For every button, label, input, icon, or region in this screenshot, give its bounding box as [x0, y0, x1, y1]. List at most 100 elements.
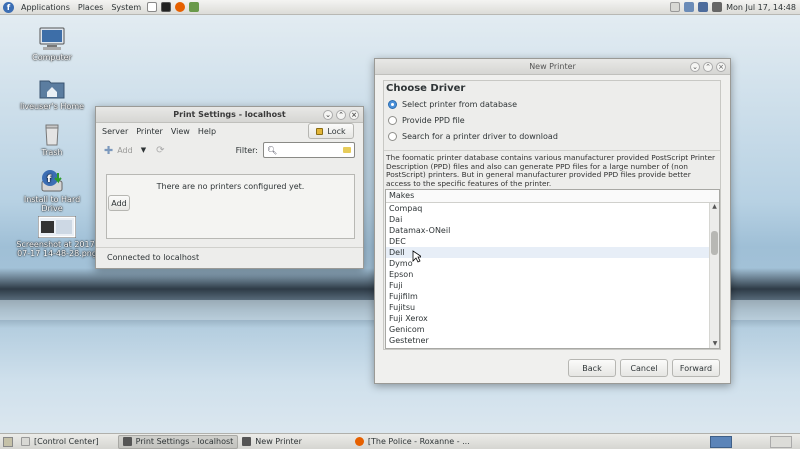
fedora-logo-icon[interactable]: f: [3, 1, 14, 13]
list-item[interactable]: Dymo: [386, 258, 710, 269]
scrollbar-thumb[interactable]: [711, 231, 718, 255]
radio-selected-icon[interactable]: [388, 99, 397, 109]
desktop-icon-home[interactable]: liveuser's Home: [12, 76, 92, 111]
taskbar: [Control Center] Print Settings - localh…: [0, 433, 800, 449]
maximize-icon[interactable]: ⌃: [703, 62, 713, 72]
menu-server[interactable]: Server: [102, 127, 128, 136]
list-item[interactable]: Epson: [386, 269, 710, 280]
computer-icon: [38, 27, 66, 51]
add-label: Add: [117, 145, 133, 155]
terminal-launcher-icon[interactable]: [161, 2, 172, 12]
option-label: Provide PPD file: [402, 115, 465, 125]
radio-icon[interactable]: [388, 131, 397, 141]
clear-icon[interactable]: [343, 147, 351, 153]
driver-panel: Choose Driver Select printer from databa…: [383, 80, 721, 350]
empty-message: There are no printers configured yet.: [156, 182, 305, 191]
filter-field[interactable]: 🔍︎: [263, 142, 355, 158]
option-database[interactable]: Select printer from database: [384, 96, 720, 112]
menu-places[interactable]: Places: [74, 3, 107, 12]
task-label: [Control Center]: [34, 437, 99, 446]
lock-button[interactable]: Lock: [308, 123, 354, 139]
new-printer-titlebar[interactable]: New Printer ⌄ ⌃ ×: [375, 59, 730, 75]
list-item[interactable]: Dai: [386, 214, 710, 225]
task-label: Print Settings - localhost: [135, 437, 234, 446]
print-settings-titlebar[interactable]: Print Settings - localhost ⌄ ⌃ ×: [96, 107, 363, 123]
makes-column-header[interactable]: Makes: [386, 190, 719, 203]
option-label: Search for a printer driver to download: [402, 131, 558, 141]
list-item[interactable]: Fujitsu: [386, 302, 710, 313]
text-editor-launcher-icon[interactable]: [147, 2, 158, 12]
screenshot-launcher-icon[interactable]: [189, 2, 200, 12]
print-settings-window: Print Settings - localhost ⌄ ⌃ × Server …: [95, 106, 364, 269]
desktop-icon-label: Trash: [41, 148, 63, 157]
refresh-icon[interactable]: ⟳: [156, 145, 164, 156]
volume-icon[interactable]: [670, 2, 681, 12]
workspace-switcher-2[interactable]: [770, 435, 792, 448]
lock-icon: [316, 127, 324, 135]
option-search-download[interactable]: Search for a printer driver to download: [384, 128, 720, 144]
dropdown-arrow-icon[interactable]: ▼: [141, 146, 146, 154]
network-icon[interactable]: [684, 2, 695, 12]
desktop-icon-label: Screenshot at 2017-07-17 14-48-28.png: [16, 240, 98, 258]
status-text: Connected to localhost: [107, 253, 200, 262]
list-item[interactable]: Dell: [386, 247, 710, 258]
system-tray: Mon Jul 17, 14:48: [670, 2, 800, 12]
list-item[interactable]: Datamax-ONeil: [386, 225, 710, 236]
task-browser[interactable]: [The Police - Roxanne - ...: [351, 435, 475, 449]
task-control-center[interactable]: [Control Center]: [17, 435, 104, 449]
desktop-icon-computer[interactable]: Computer: [12, 27, 92, 62]
menu-applications[interactable]: Applications: [17, 3, 74, 12]
clock[interactable]: Mon Jul 17, 14:48: [726, 3, 796, 12]
add-button[interactable]: Add: [108, 195, 130, 211]
cancel-button[interactable]: Cancel: [620, 359, 668, 377]
print-settings-menubar: Server Printer View Help: [96, 123, 222, 139]
firefox-launcher-icon[interactable]: [175, 2, 186, 12]
printer-list: There are no printers configured yet. Ad…: [106, 174, 355, 239]
list-item[interactable]: Gestetner: [386, 335, 710, 346]
task-new-printer[interactable]: New Printer: [238, 435, 307, 449]
mouse-cursor-icon: [412, 250, 421, 263]
menu-system[interactable]: System: [107, 3, 145, 12]
list-item[interactable]: DEC: [386, 236, 710, 247]
makes-rows: Compaq Dai Datamax-ONeil DEC Dell Dymo Epson Fu…: [386, 203, 710, 348]
scroll-up-icon[interactable]: ▲: [710, 203, 719, 211]
add-printer-button[interactable]: ✚ Add: [104, 144, 133, 157]
maximize-icon[interactable]: ⌃: [336, 110, 346, 120]
new-printer-window: New Printer ⌄ ⌃ × Choose Driver Select p…: [374, 58, 731, 384]
desktop-icon-label: liveuser's Home: [19, 102, 85, 111]
description-text: The foomatic printer database contains v…: [384, 150, 720, 188]
firefox-icon: [354, 437, 364, 446]
desktop-icon-trash[interactable]: Trash: [12, 122, 92, 157]
show-desktop-icon[interactable]: [3, 436, 13, 447]
status-bar: Connected to localhost: [96, 247, 363, 267]
menu-printer[interactable]: Printer: [136, 127, 163, 136]
list-item[interactable]: Compaq: [386, 203, 710, 214]
back-button[interactable]: Back: [568, 359, 616, 377]
list-item[interactable]: Genicom: [386, 324, 710, 335]
list-item[interactable]: Fuji Xerox: [386, 313, 710, 324]
scroll-down-icon[interactable]: ▼: [710, 340, 720, 348]
makes-scrollbar[interactable]: ▲ ▼: [709, 203, 719, 348]
list-item[interactable]: Fuji: [386, 280, 710, 291]
desktop-icon-install[interactable]: f Install to Hard Drive: [12, 169, 92, 213]
printer-icon: [242, 437, 252, 446]
desktop-icon-screenshot[interactable]: Screenshot at 2017-07-17 14-48-28.png: [14, 215, 100, 258]
close-icon[interactable]: ×: [716, 62, 726, 72]
top-panel: f Applications Places System Mon Jul 17,…: [0, 0, 800, 15]
task-print-settings[interactable]: Print Settings - localhost: [117, 434, 239, 449]
desktop-icon-label: Computer: [32, 53, 72, 62]
forward-button[interactable]: Forward: [672, 359, 720, 377]
display-icon[interactable]: [698, 2, 709, 12]
option-ppd-file[interactable]: Provide PPD file: [384, 112, 720, 128]
workspace-switcher[interactable]: [710, 435, 732, 448]
plus-icon: ✚: [104, 143, 114, 157]
radio-icon[interactable]: [388, 115, 397, 125]
list-item[interactable]: Fujifilm: [386, 291, 710, 302]
home-folder-icon: [38, 76, 66, 100]
minimize-icon[interactable]: ⌄: [690, 62, 700, 72]
speaker-icon[interactable]: [712, 2, 723, 12]
menu-help[interactable]: Help: [198, 127, 216, 136]
menu-view[interactable]: View: [171, 127, 190, 136]
close-icon[interactable]: ×: [349, 110, 359, 120]
minimize-icon[interactable]: ⌄: [323, 110, 333, 120]
